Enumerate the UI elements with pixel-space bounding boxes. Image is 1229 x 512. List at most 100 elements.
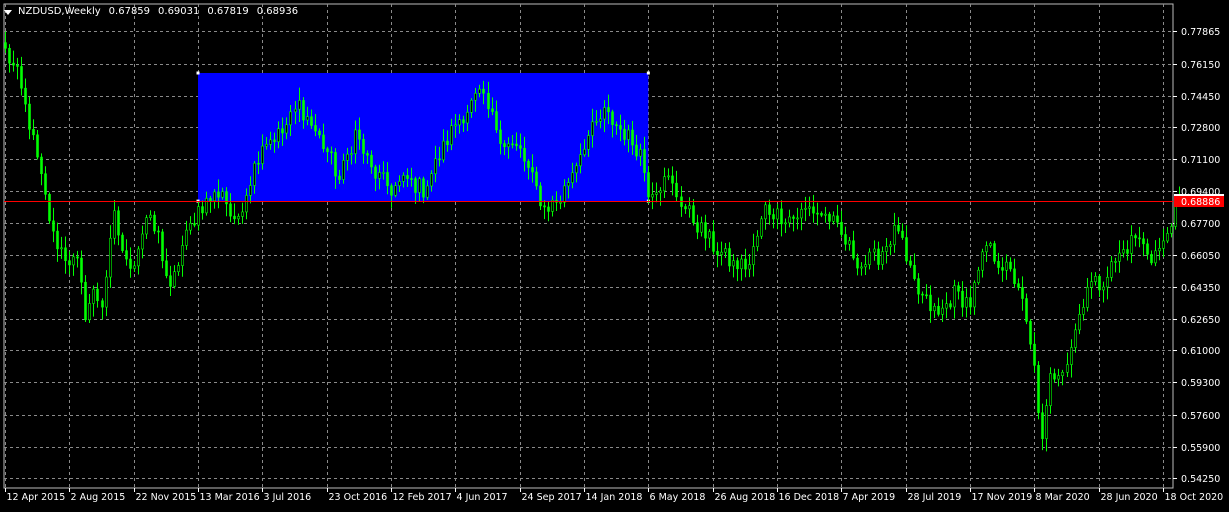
- candle-body: [688, 205, 691, 210]
- candle-body: [358, 129, 361, 140]
- candle-body: [269, 139, 272, 145]
- candle-body: [133, 265, 136, 269]
- candle-body: [720, 251, 723, 255]
- candle-body: [808, 206, 811, 209]
- candle-body: [125, 250, 128, 260]
- candle-body: [864, 264, 867, 268]
- candle-body: [129, 258, 132, 269]
- candle-body: [1053, 373, 1056, 380]
- candle-body: [591, 121, 594, 136]
- candle-body: [390, 185, 393, 196]
- candle-body: [889, 244, 892, 247]
- candle-body: [1033, 343, 1036, 366]
- candle-body: [48, 194, 51, 222]
- candle-body: [177, 265, 180, 272]
- candle-body: [229, 203, 232, 217]
- candle-body: [615, 124, 618, 126]
- candle-body: [1126, 249, 1129, 254]
- candle-body: [145, 217, 148, 235]
- candle-body: [1094, 276, 1097, 282]
- candle-body: [40, 156, 43, 175]
- y-tick-label: 0.57600: [1181, 411, 1220, 422]
- x-tick-label: 4 Jun 2017: [457, 492, 508, 503]
- candle-body: [563, 185, 566, 203]
- candle-body: [692, 205, 695, 223]
- candle-body: [639, 149, 642, 157]
- candle-body: [993, 243, 996, 262]
- candle-body: [816, 212, 819, 215]
- candle-body: [1078, 314, 1081, 331]
- candle-body: [265, 144, 268, 147]
- candle-body: [261, 145, 264, 164]
- y-tick-label: 0.61000: [1181, 346, 1220, 357]
- symbol-label: NZDUSD,Weekly: [18, 6, 101, 17]
- rectangle-handle[interactable]: [196, 71, 200, 75]
- x-tick-label: 6 May 2018: [650, 492, 706, 503]
- candle-body: [289, 111, 292, 126]
- candle-body: [1110, 261, 1113, 278]
- candle-body: [712, 231, 715, 252]
- candle-body: [84, 281, 87, 321]
- candle-body: [277, 128, 280, 143]
- candle-body: [860, 266, 863, 269]
- dropdown-triangle-icon[interactable]: [4, 9, 12, 15]
- candle-body: [611, 111, 614, 125]
- candle-body: [36, 134, 39, 158]
- candle-body: [667, 175, 670, 178]
- candle-body: [281, 128, 284, 134]
- candle-body: [748, 264, 751, 270]
- candle-body: [1070, 347, 1073, 365]
- x-tick-label: 3 Jul 2016: [264, 492, 312, 503]
- candle-body: [52, 220, 55, 232]
- candle-body: [366, 153, 369, 156]
- candle-body: [294, 108, 297, 113]
- candle-body: [495, 111, 498, 131]
- candle-body: [531, 167, 534, 173]
- candle-body: [905, 237, 908, 262]
- candle-body: [374, 166, 377, 179]
- candle-body: [744, 258, 747, 270]
- candle-body: [732, 260, 735, 267]
- candle-body: [237, 216, 240, 220]
- candle-body: [784, 222, 787, 225]
- candle-body: [1090, 281, 1093, 288]
- candle-body: [1122, 249, 1125, 254]
- y-tick-label: 0.64350: [1181, 283, 1220, 294]
- candle-body: [788, 216, 791, 224]
- candle-body: [945, 303, 948, 309]
- candle-body: [527, 160, 530, 168]
- candle-body: [852, 240, 855, 259]
- candle-body: [675, 182, 678, 198]
- candle-body: [873, 248, 876, 253]
- candle-body: [1162, 240, 1165, 249]
- candle-body: [579, 154, 582, 167]
- rectangle-handle[interactable]: [646, 71, 650, 75]
- candle-body: [4, 42, 7, 49]
- candle-body: [1158, 248, 1161, 252]
- candle-body: [977, 269, 980, 283]
- candle-body: [559, 201, 562, 204]
- candle-body: [820, 213, 823, 216]
- candle-body: [370, 154, 373, 168]
- candle-body: [535, 171, 538, 187]
- candle-body: [12, 62, 15, 66]
- horizontal-line-price-label: 0.68886: [1181, 197, 1220, 208]
- candle-body: [249, 185, 252, 196]
- candle-body: [165, 260, 168, 277]
- price-chart[interactable]: 0.778650.761500.744500.728000.711000.694…: [0, 0, 1229, 508]
- candle-body: [740, 258, 743, 270]
- candle-body: [796, 217, 799, 220]
- candle-body: [969, 297, 972, 308]
- candle-body: [426, 185, 429, 198]
- candle-body: [519, 145, 522, 149]
- candle-body: [1025, 298, 1028, 322]
- candle-body: [482, 88, 485, 94]
- candle-body: [623, 128, 626, 140]
- x-tick-label: 8 Mar 2020: [1036, 492, 1090, 503]
- y-tick-label: 0.77865: [1181, 27, 1220, 38]
- candle-body: [60, 247, 63, 250]
- chart-window[interactable]: NZDUSD,Weekly 0.67859 0.69031 0.67819 0.…: [0, 0, 1229, 508]
- candle-body: [547, 206, 550, 212]
- candle-body: [844, 234, 847, 245]
- candle-body: [901, 230, 904, 238]
